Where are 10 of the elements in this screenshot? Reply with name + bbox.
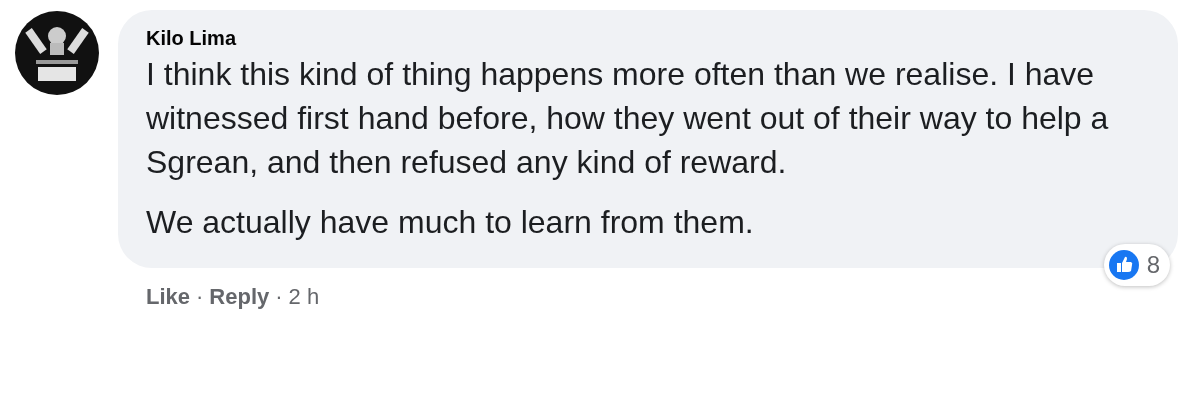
comment-text: I think this kind of thing happens more often than we realise. I have witnessed first hand before, how they went out of their way to help a Sgrean, and then refused any kind of reward. [146,55,1110,182]
separator-dot: · [196,283,204,311]
separator-dot: · [275,283,283,311]
comment-text: We actually have much to learn from them. [146,203,755,242]
action-link[interactable]: Reply [209,280,270,313]
thumbs-up-icon [1108,250,1139,280]
author-name[interactable]: Kilo Lima [146,24,1154,52]
reaction-badge[interactable]: 8 [1103,244,1170,286]
action-link[interactable]: Like [146,280,191,313]
timestamp[interactable]: 2 h [288,280,320,313]
